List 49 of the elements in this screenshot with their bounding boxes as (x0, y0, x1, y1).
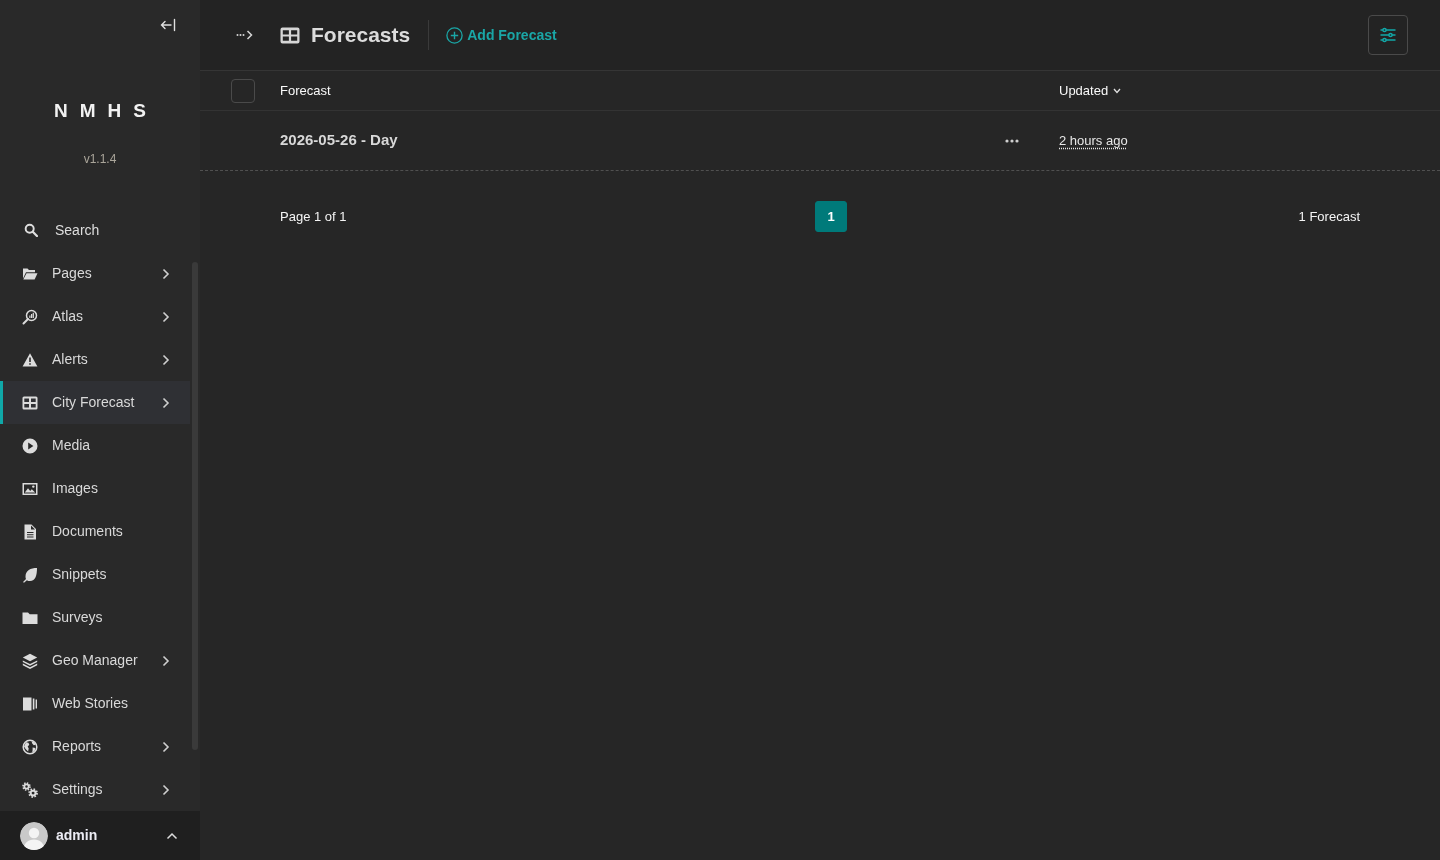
page-number-button[interactable]: 1 (815, 201, 847, 232)
sidebar-nav-item[interactable]: Atlas (0, 295, 190, 338)
sidebar-nav-item[interactable]: Pages (0, 252, 190, 295)
avatar-icon (20, 821, 48, 850)
brand-logo-text: NMHS (53, 99, 158, 123)
sidebar-nav-item[interactable]: Documents (0, 510, 190, 553)
sliders-icon (1380, 27, 1396, 43)
page-title: Forecasts (311, 22, 411, 48)
sidebar-nav-item[interactable]: City Forecast (0, 381, 190, 424)
expand-icon[interactable] (236, 30, 254, 40)
leaf-icon (22, 566, 38, 583)
gears-icon (22, 781, 38, 798)
sidebar-nav-item[interactable]: Surveys (0, 596, 190, 639)
document-icon (22, 523, 38, 540)
sidebar-nav-item[interactable]: Reports (0, 725, 190, 768)
page-summary: Page 1 of 1 (280, 207, 347, 226)
image-icon (22, 480, 38, 497)
sidebar-nav-item[interactable]: Geo Manager (0, 639, 190, 682)
add-forecast-link[interactable]: Add Forecast (446, 24, 557, 46)
sidebar-nav-item[interactable]: Alerts (0, 338, 190, 381)
table-icon (280, 26, 300, 44)
chevron-up-icon (166, 830, 178, 841)
filter-settings-button[interactable] (1368, 15, 1408, 55)
updated-time: 2 hours ago (1059, 131, 1128, 150)
sort-chevron-icon (1113, 87, 1122, 94)
globe-icon (22, 738, 38, 755)
user-menu[interactable]: admin (0, 811, 200, 860)
sidebar-nav-item[interactable]: Settings (0, 768, 190, 811)
column-header[interactable]: Forecast (280, 80, 331, 101)
sidebar-nav-item[interactable]: Web Stories (0, 682, 190, 725)
plus-circle-icon (446, 26, 464, 44)
select-all-checkbox[interactable] (231, 78, 255, 103)
search-link[interactable]: Search (0, 208, 100, 252)
forecast-title-link[interactable]: 2026-05-26 - Day (280, 129, 398, 152)
sidebar-nav-item[interactable]: Images (0, 467, 190, 510)
username-label: admin (56, 826, 98, 845)
warning-icon (22, 351, 38, 368)
chart-search-icon (22, 308, 38, 325)
sidebar-nav-item[interactable]: Media (0, 424, 190, 467)
version-label: v1.1.4 (83, 152, 117, 166)
sidebar-nav-item[interactable]: Snippets (0, 553, 190, 596)
column-header[interactable]: Updated (1059, 80, 1122, 101)
layers-icon (22, 652, 38, 669)
search-icon (24, 223, 38, 237)
more-actions-button[interactable] (1005, 138, 1019, 143)
book-pages-icon (22, 695, 38, 712)
collapse-sidebar-icon[interactable] (160, 18, 176, 32)
result-count: 1 Forecast (1298, 207, 1360, 226)
table-icon (22, 394, 38, 411)
